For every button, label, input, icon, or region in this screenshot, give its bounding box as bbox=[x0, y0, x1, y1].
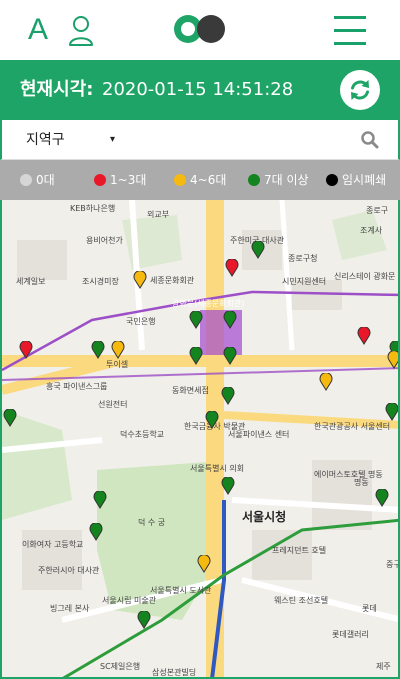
bike-station-marker[interactable] bbox=[91, 341, 105, 359]
map-label: 웨스틴 조선호텔 bbox=[274, 596, 329, 605]
map-label: 제주 bbox=[376, 662, 391, 671]
legend-label: 4~6대 bbox=[190, 173, 227, 187]
hamburger-menu-icon[interactable] bbox=[334, 14, 366, 46]
legend-item-closed: 임시폐쇄 bbox=[326, 171, 386, 189]
region-dropdown[interactable]: 지역구 bbox=[26, 130, 65, 150]
bike-station-marker[interactable] bbox=[189, 311, 203, 329]
user-icon[interactable] bbox=[68, 14, 94, 48]
legend-item-zero: 0대 bbox=[20, 171, 55, 189]
map-label: 빙그레 본사 bbox=[50, 604, 90, 613]
map-label: 조시경미장 bbox=[82, 277, 119, 286]
bike-station-marker[interactable] bbox=[89, 523, 103, 541]
map-label: 동화면세점 bbox=[172, 386, 209, 395]
map-label: 덕 수 궁 bbox=[138, 518, 166, 527]
bike-station-marker[interactable] bbox=[221, 387, 235, 405]
bike-station-marker[interactable] bbox=[93, 491, 107, 509]
font-size-button[interactable]: A bbox=[28, 10, 48, 50]
legend-item-7-plus: 7대 이상 bbox=[248, 171, 309, 189]
refresh-button[interactable] bbox=[340, 70, 380, 110]
bike-station-marker[interactable] bbox=[189, 347, 203, 365]
map-label: KEB하나은행 bbox=[70, 204, 116, 213]
bike-station-marker[interactable] bbox=[319, 373, 333, 391]
bike-station-marker[interactable] bbox=[111, 341, 125, 359]
map-label: 외교부 bbox=[147, 210, 170, 219]
bike-station-marker[interactable] bbox=[137, 611, 151, 629]
bike-station-marker[interactable] bbox=[197, 555, 211, 573]
legend-item-4-6: 4~6대 bbox=[174, 171, 226, 189]
bike-station-marker[interactable] bbox=[375, 489, 389, 507]
current-time-bar: 현재시각: 2020-01-15 14:51:28 bbox=[0, 60, 400, 120]
map-label: SC제일은행 bbox=[100, 662, 141, 671]
map-label: 롯데 bbox=[362, 604, 377, 613]
legend-dot bbox=[174, 174, 186, 186]
legend-dot bbox=[20, 174, 32, 186]
bike-station-marker[interactable] bbox=[205, 411, 219, 429]
bike-station-marker[interactable] bbox=[387, 351, 400, 369]
map-label: 주한러시아 대사관 bbox=[38, 566, 100, 575]
map-label: 광화문(세종문화회관) bbox=[172, 299, 245, 308]
map-label: 이화여자 고등학교 bbox=[22, 540, 84, 549]
map-label: 세종문화회관 bbox=[150, 276, 195, 285]
map-view[interactable]: KEB하나은행 외교부 용비어천가 세종문화회관 조시경미장 세계일보 국민은행… bbox=[0, 200, 400, 679]
map-label: 흥국 파이낸스그룹 bbox=[46, 382, 108, 391]
map-label: 선원전터 bbox=[98, 400, 128, 409]
bike-station-marker[interactable] bbox=[223, 347, 237, 365]
bike-station-marker[interactable] bbox=[357, 327, 371, 345]
map-label: 서울시립 미술관 bbox=[102, 596, 157, 605]
top-nav: A bbox=[0, 0, 400, 60]
refresh-icon bbox=[351, 80, 369, 100]
logo-icon bbox=[174, 15, 225, 43]
bike-station-marker[interactable] bbox=[133, 271, 147, 289]
legend-bar: 0대 1~3대 4~6대 7대 이상 임시폐쇄 bbox=[0, 160, 400, 200]
current-time-value: 2020-01-15 14:51:28 bbox=[102, 79, 294, 100]
map-label: 삼성본관빌딩 bbox=[152, 668, 197, 677]
region-search-bar: 지역구 ▾ bbox=[0, 120, 400, 160]
map-label: 한국관광공사 서울센터 bbox=[314, 422, 391, 431]
map-label: 종로구청 bbox=[288, 254, 318, 263]
legend-dot bbox=[326, 174, 338, 186]
chevron-down-icon[interactable]: ▾ bbox=[110, 130, 115, 150]
map-label: 서울특별시 의회 bbox=[190, 464, 245, 473]
map-label: 시민지원센터 bbox=[282, 277, 327, 286]
bike-station-marker[interactable] bbox=[221, 477, 235, 495]
legend-label: 7대 이상 bbox=[264, 173, 309, 187]
legend-label: 1~3대 bbox=[110, 173, 147, 187]
map-label: 서울특별시 도서관 bbox=[150, 586, 212, 595]
legend-item-1-3: 1~3대 bbox=[94, 171, 146, 189]
bike-station-marker[interactable] bbox=[225, 259, 239, 277]
legend-dot bbox=[94, 174, 106, 186]
map-label: 롯데갤러리 bbox=[332, 630, 369, 639]
legend-label: 임시폐쇄 bbox=[342, 173, 387, 187]
map-label-cityhall: 서울시청 bbox=[242, 510, 287, 524]
map-label: 국민은행 bbox=[126, 317, 156, 326]
legend-dot bbox=[248, 174, 260, 186]
map-label: 에이머스토호텔 명동 bbox=[314, 470, 383, 479]
map-label: 중구 bbox=[386, 560, 400, 569]
map-label: 종로구 bbox=[366, 206, 389, 215]
bike-station-marker[interactable] bbox=[385, 403, 399, 421]
current-time-label: 현재시각: bbox=[20, 79, 94, 100]
legend-label: 0대 bbox=[36, 173, 55, 187]
map-label: 덕수초등학교 bbox=[120, 430, 165, 439]
bike-station-marker[interactable] bbox=[19, 341, 33, 359]
map-label: 세계일보 bbox=[16, 277, 46, 286]
map-label: 조계사 bbox=[360, 226, 383, 235]
bike-station-marker[interactable] bbox=[223, 311, 237, 329]
map-label: 서울파이낸스 센터 bbox=[228, 430, 290, 439]
bike-station-marker[interactable] bbox=[3, 409, 17, 427]
map-label: 투이셀 bbox=[106, 360, 129, 369]
bike-station-marker[interactable] bbox=[251, 241, 265, 259]
map-label: 용비어천가 bbox=[86, 236, 123, 245]
search-icon[interactable] bbox=[360, 130, 380, 150]
map-label: 신리스테이 광화문 bbox=[334, 272, 396, 281]
map-label: 프레지던트 호텔 bbox=[272, 546, 327, 555]
